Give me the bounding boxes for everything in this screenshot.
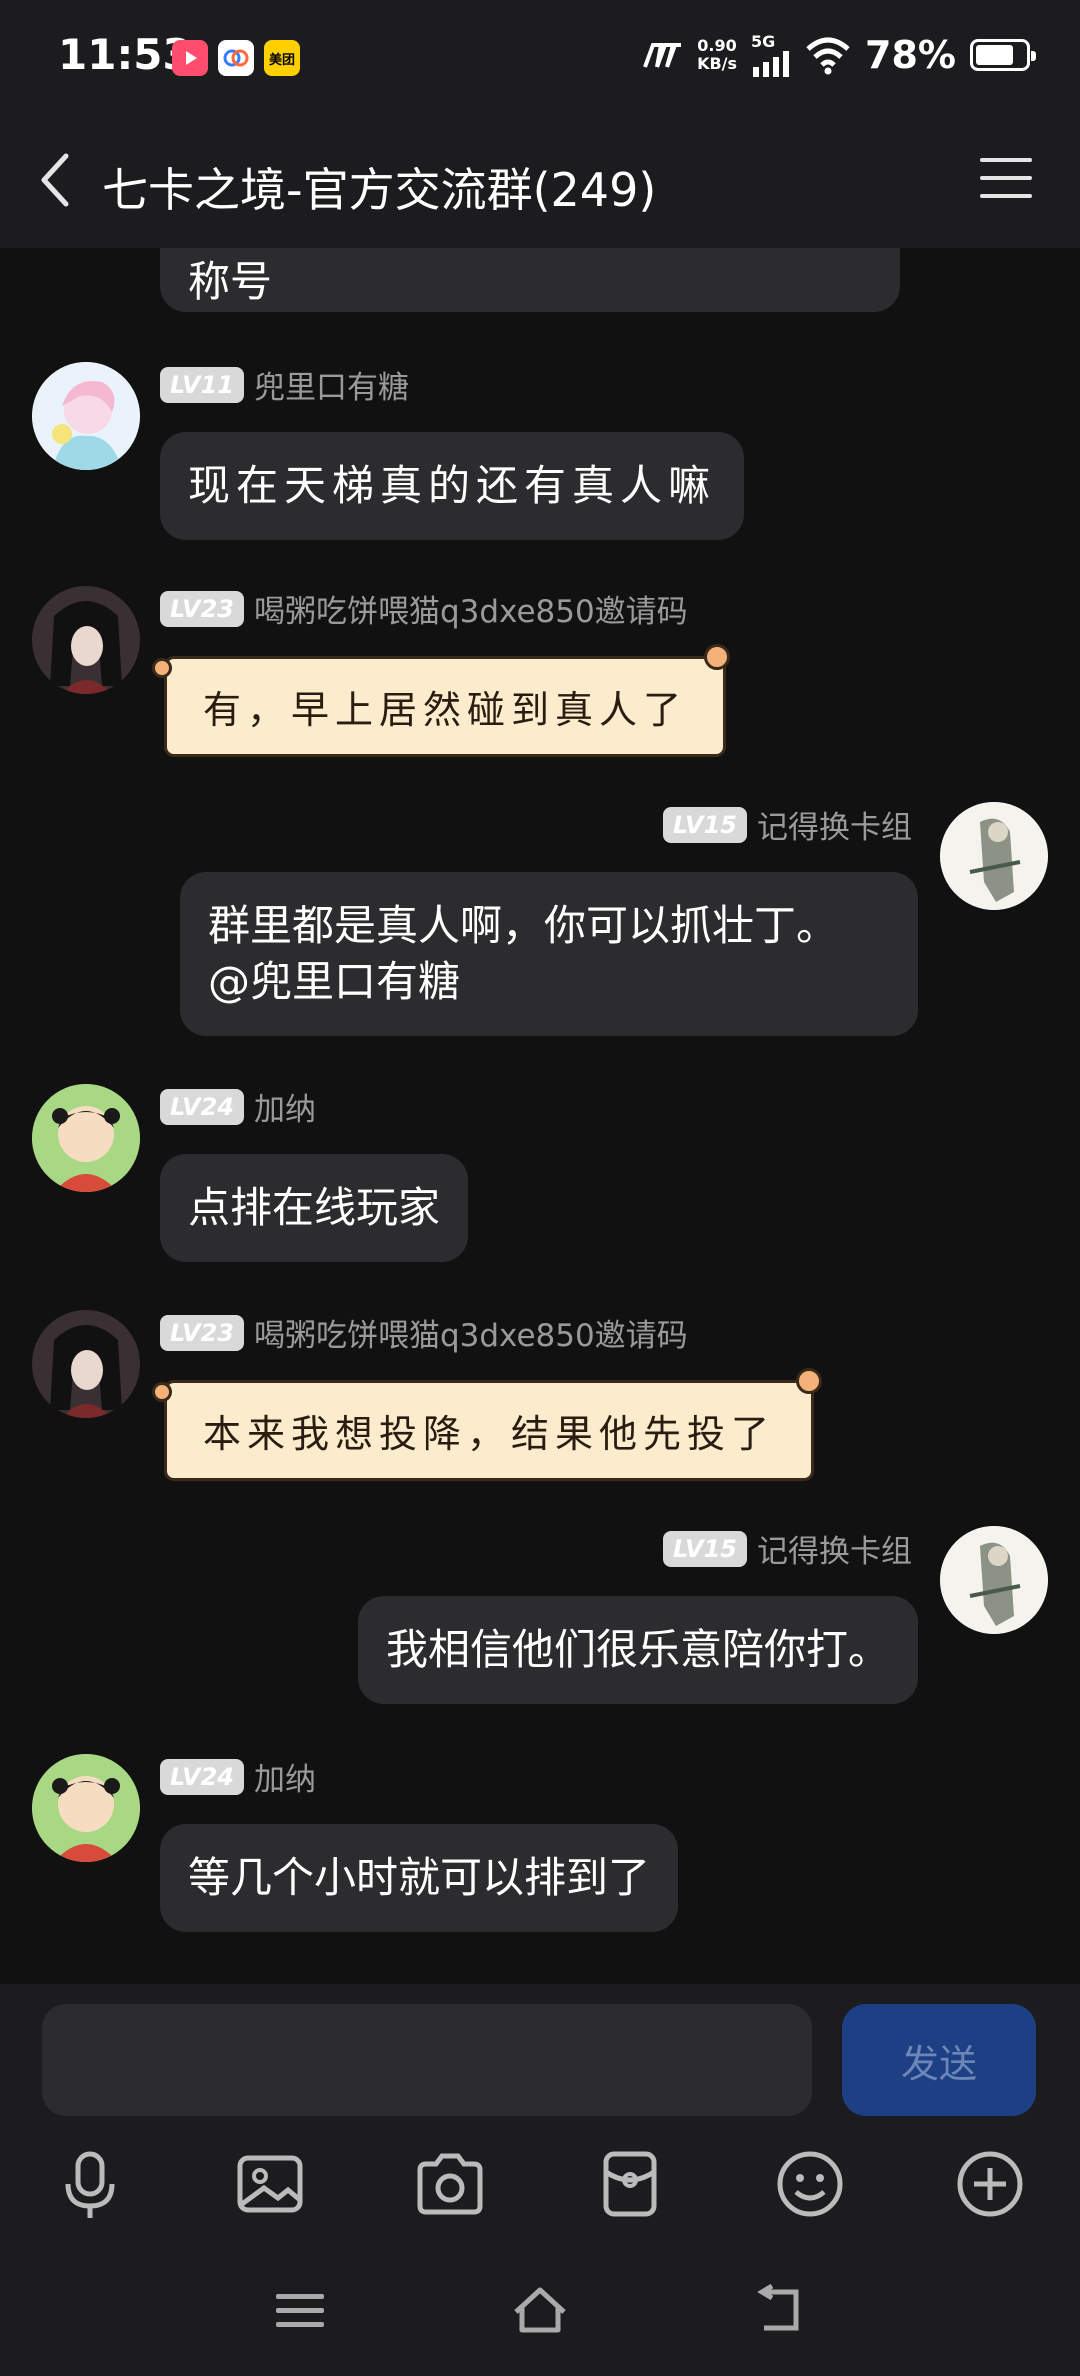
avatar[interactable]: [32, 1754, 140, 1862]
sender-name[interactable]: 记得换卡组: [757, 1526, 912, 1571]
mention-text[interactable]: @兜里口有糖: [208, 954, 890, 1010]
system-nav-bar: [0, 2244, 1080, 2376]
speed-m-icon: [643, 42, 682, 68]
scroll-curl-decoration: [152, 1382, 172, 1402]
message-meta: LV24 加纳: [160, 1754, 316, 1799]
message-text: 称号: [188, 257, 273, 306]
menu-nav-icon[interactable]: [270, 2282, 330, 2338]
avatar[interactable]: [940, 802, 1048, 910]
message-meta: LV24 加纳: [160, 1084, 316, 1129]
message-text: 有，早上居然碰到真人了: [203, 688, 688, 732]
speed-value: 0.90: [697, 35, 737, 55]
level-badge: LV24: [160, 1088, 244, 1125]
message-text: 现在天梯真的还有真人嘛: [188, 461, 717, 510]
message-text: 我相信他们很乐意陪你打。: [385, 1625, 890, 1674]
chat-list[interactable]: 称号 LV11 兜里口有糖 现在天梯真的还有真人嘛 LV23 喝粥吃饼喂猫q3d…: [0, 248, 1080, 1984]
sender-name[interactable]: 喝粥吃饼喂猫q3dxe850邀请码: [254, 1310, 688, 1355]
message-text: 等几个小时就可以排到了: [188, 1853, 651, 1902]
message-bubble[interactable]: 点排在线玩家: [160, 1154, 469, 1262]
battery-level: [976, 44, 1014, 65]
back-arrow-icon[interactable]: [36, 150, 76, 210]
microphone-icon[interactable]: [50, 2144, 130, 2224]
scroll-curl-decoration: [152, 658, 172, 678]
message-meta: LV23 喝粥吃饼喂猫q3dxe850邀请码: [160, 1310, 688, 1355]
message-input[interactable]: [42, 2004, 812, 2116]
home-nav-icon[interactable]: [510, 2282, 570, 2338]
title-bar: 七卡之境-官方交流群(249): [0, 120, 1080, 248]
avatar[interactable]: [32, 586, 140, 694]
decorated-message-bubble[interactable]: 有，早上居然碰到真人了: [164, 656, 727, 757]
message-text: 点排在线玩家: [188, 1183, 441, 1232]
level-badge: LV23: [160, 1314, 244, 1351]
message-bubble[interactable]: 现在天梯真的还有真人嘛: [160, 432, 745, 540]
network-speed: 0.90 KB/s: [697, 35, 738, 73]
camera-icon[interactable]: [410, 2144, 490, 2224]
cat-ear-decoration: [704, 644, 730, 670]
message-meta: LV15 记得换卡组: [663, 802, 912, 847]
send-button[interactable]: 发送: [842, 2004, 1036, 2116]
back-nav-icon[interactable]: [750, 2282, 810, 2338]
battery-percent: 78%: [865, 32, 956, 77]
input-bar: 发送: [0, 1984, 1080, 2124]
speed-unit: KB/s: [697, 53, 738, 73]
baidu-netdisk-icon: [218, 40, 254, 76]
sender-name[interactable]: 喝粥吃饼喂猫q3dxe850邀请码: [254, 586, 688, 631]
status-bar: 11:53 美团 0.90 KB/s 5G 78%: [0, 0, 1080, 120]
message-bubble[interactable]: 群里都是真人啊，你可以抓壮丁。 @兜里口有糖: [180, 872, 918, 1036]
image-icon[interactable]: [230, 2144, 310, 2224]
level-badge: LV11: [160, 366, 244, 403]
message-bubble[interactable]: 我相信他们很乐意陪你打。: [357, 1596, 918, 1704]
battery-icon: [970, 38, 1036, 71]
decorated-message-bubble[interactable]: 本来我想投降，结果他先投了: [164, 1380, 815, 1481]
level-badge: LV23: [160, 590, 244, 627]
sender-name[interactable]: 加纳: [254, 1754, 316, 1799]
sender-name[interactable]: 加纳: [254, 1084, 316, 1129]
message-meta: LV23 喝粥吃饼喂猫q3dxe850邀请码: [160, 586, 688, 631]
avatar[interactable]: [940, 1526, 1048, 1634]
input-toolbar: [0, 2124, 1080, 2244]
video-app-icon: [172, 40, 208, 76]
message-bubble[interactable]: 称号: [160, 248, 900, 312]
cat-ear-decoration: [796, 1368, 822, 1394]
wifi-icon: [806, 37, 850, 74]
network-type: 5G: [751, 32, 776, 51]
meituan-icon: 美团: [264, 40, 300, 76]
chat-title: 七卡之境-官方交流群(249): [102, 163, 657, 217]
message-meta: LV11 兜里口有糖: [160, 362, 409, 407]
level-badge: LV15: [663, 806, 747, 843]
sender-name[interactable]: 兜里口有糖: [254, 362, 409, 407]
status-indicators: 0.90 KB/s 5G 78%: [639, 32, 1036, 77]
avatar[interactable]: [32, 1084, 140, 1192]
message-meta: LV15 记得换卡组: [663, 1526, 912, 1571]
avatar[interactable]: [32, 362, 140, 470]
signal-icon: [753, 51, 790, 77]
plus-icon[interactable]: [950, 2144, 1030, 2224]
level-badge: LV24: [160, 1758, 244, 1795]
message-text: 本来我想投降，结果他先投了: [203, 1412, 776, 1456]
emoji-icon[interactable]: [770, 2144, 850, 2224]
menu-icon[interactable]: [980, 156, 1032, 200]
cellular-signal: 5G: [751, 32, 791, 77]
red-packet-icon[interactable]: [590, 2144, 670, 2224]
level-badge: LV15: [663, 1530, 747, 1567]
message-bubble[interactable]: 等几个小时就可以排到了: [160, 1824, 679, 1932]
avatar[interactable]: [32, 1310, 140, 1418]
message-text: 群里都是真人啊，你可以抓壮丁。: [208, 901, 839, 950]
sender-name[interactable]: 记得换卡组: [757, 802, 912, 847]
